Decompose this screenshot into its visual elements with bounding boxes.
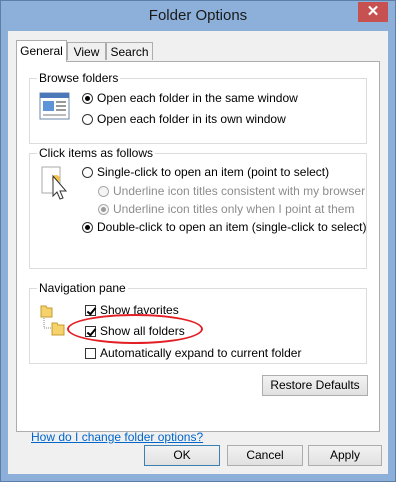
- radio-same-window-dot[interactable]: [82, 92, 93, 104]
- radio-same-window[interactable]: Open each folder in the same window: [82, 91, 298, 105]
- radio-own-window-label: Open each folder in its own window: [97, 112, 286, 126]
- check-show-all-folders-box[interactable]: [85, 325, 96, 337]
- radio-underline-point[interactable]: Underline icon titles only when I point …: [98, 202, 354, 216]
- radio-single-click-dot[interactable]: [82, 166, 93, 178]
- folder-options-window: Folder Options ✕ General View Search Bro…: [0, 0, 396, 482]
- apply-button[interactable]: Apply: [308, 445, 382, 466]
- browse-folders-group: Browse folders Open each folder in the s…: [29, 71, 367, 144]
- radio-underline-browser[interactable]: Underline icon titles consistent with my…: [98, 184, 365, 198]
- radio-single-click-label: Single-click to open an item (point to s…: [97, 165, 330, 179]
- check-show-all-folders-label: Show all folders: [100, 324, 185, 338]
- navigation-pane-group: Navigation pane Show favorites Show all …: [29, 281, 367, 364]
- restore-defaults-button[interactable]: Restore Defaults: [262, 375, 368, 396]
- check-auto-expand[interactable]: Automatically expand to current folder: [85, 346, 301, 360]
- radio-same-window-label: Open each folder in the same window: [97, 91, 298, 105]
- radio-double-click[interactable]: Double-click to open an item (single-cli…: [82, 220, 366, 234]
- tab-general[interactable]: General: [16, 40, 67, 62]
- check-show-favorites-label: Show favorites: [100, 303, 179, 317]
- tab-view[interactable]: View: [67, 42, 106, 60]
- window-icon: [39, 92, 70, 120]
- radio-underline-point-dot[interactable]: [98, 203, 109, 215]
- close-button[interactable]: ✕: [358, 2, 388, 22]
- navigation-pane-label: Navigation pane: [37, 281, 128, 295]
- browse-folders-label: Browse folders: [37, 71, 121, 85]
- title-bar[interactable]: Folder Options ✕: [1, 1, 395, 31]
- check-show-favorites-box[interactable]: [85, 304, 96, 316]
- radio-single-click[interactable]: Single-click to open an item (point to s…: [82, 165, 329, 179]
- radio-underline-browser-label: Underline icon titles consistent with my…: [113, 184, 366, 198]
- radio-double-click-dot[interactable]: [82, 221, 93, 233]
- dialog-body: General View Search Browse folders Open …: [8, 31, 388, 474]
- radio-underline-browser-dot[interactable]: [98, 185, 109, 197]
- cursor-click-icon: [41, 166, 68, 200]
- radio-underline-point-label: Underline icon titles only when I point …: [113, 202, 355, 216]
- radio-own-window-dot[interactable]: [82, 113, 93, 125]
- check-auto-expand-label: Automatically expand to current folder: [100, 346, 302, 360]
- window-title: Folder Options: [148, 7, 248, 24]
- tab-search[interactable]: Search: [106, 42, 153, 60]
- click-items-label: Click items as follows: [37, 146, 156, 160]
- radio-own-window[interactable]: Open each folder in its own window: [82, 112, 286, 126]
- click-items-group: Click items as follows Single-click to o…: [29, 146, 367, 269]
- help-link[interactable]: How do I change folder options?: [31, 430, 203, 444]
- ok-button[interactable]: OK: [144, 445, 220, 466]
- check-show-all-folders[interactable]: Show all folders: [85, 324, 185, 338]
- cancel-button[interactable]: Cancel: [227, 445, 303, 466]
- general-tab-panel: Browse folders Open each folder in the s…: [16, 61, 380, 444]
- check-show-favorites[interactable]: Show favorites: [85, 303, 179, 317]
- close-icon: ✕: [366, 3, 380, 20]
- folder-tree-icon: [40, 305, 65, 336]
- radio-double-click-label: Double-click to open an item (single-cli…: [97, 220, 367, 234]
- check-auto-expand-box[interactable]: [85, 347, 96, 359]
